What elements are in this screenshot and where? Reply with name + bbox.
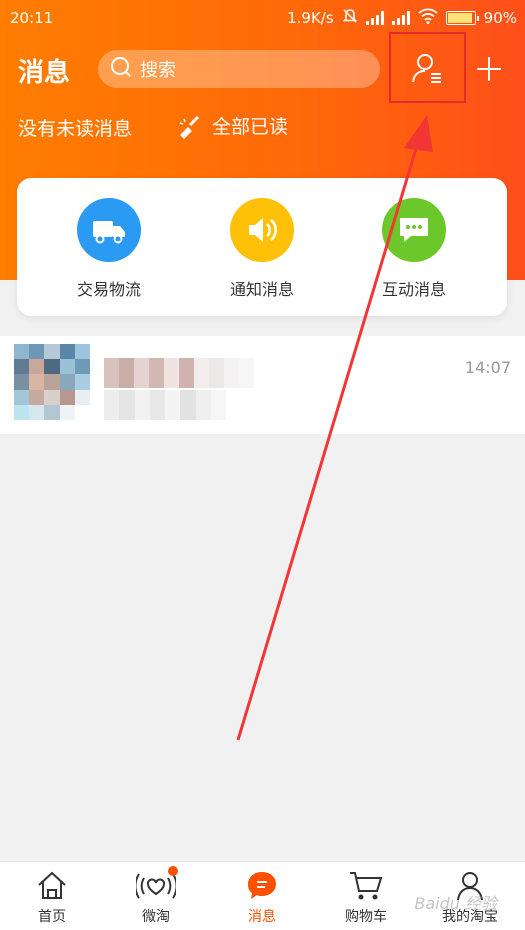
tab-label: 首页	[38, 909, 66, 925]
status-icons: 1.9K/s 90%	[287, 8, 517, 28]
category-trade-logistics[interactable]: 交易物流	[49, 198, 169, 300]
mark-all-read-button[interactable]: 全部已读	[176, 112, 288, 139]
signal-icon-2	[391, 11, 410, 25]
page-title: 消息	[18, 58, 71, 88]
cart-icon	[350, 872, 383, 900]
alarm-off-icon	[342, 8, 358, 28]
tab-messages[interactable]: 消息	[222, 868, 302, 926]
chat-bubble-icon	[382, 198, 446, 262]
tab-label: 微淘	[142, 909, 170, 925]
broom-icon	[179, 115, 200, 139]
category-interactions[interactable]: 互动消息	[354, 198, 474, 300]
blurred-sender-name	[104, 358, 254, 388]
list-item[interactable]: 14:07	[0, 336, 525, 434]
tab-weitao[interactable]: 微淘	[116, 866, 196, 926]
plus-icon	[477, 57, 501, 81]
speaker-icon	[230, 198, 294, 262]
wifi-icon	[418, 8, 438, 28]
contacts-button[interactable]	[389, 32, 466, 103]
watermark: Baidu 经验	[414, 894, 497, 913]
network-speed: 1.9K/s	[287, 9, 334, 27]
category-card: 交易物流 通知消息 互动消息	[17, 178, 507, 316]
home-icon	[38, 871, 66, 899]
category-notifications[interactable]: 通知消息	[202, 198, 322, 300]
add-button[interactable]	[474, 54, 504, 84]
no-unread-text: 没有未读消息	[18, 118, 133, 140]
mark-all-read-label: 全部已读	[212, 116, 289, 138]
notification-dot	[168, 866, 178, 876]
truck-icon	[77, 198, 141, 262]
status-bar: 20:11 1.9K/s 90%	[0, 0, 525, 36]
search-placeholder: 搜索	[140, 60, 176, 81]
search-icon	[110, 56, 132, 82]
avatar	[14, 344, 90, 420]
category-label: 互动消息	[381, 280, 446, 299]
blurred-message-preview	[104, 390, 226, 420]
message-icon	[248, 872, 276, 899]
battery-icon	[445, 11, 479, 25]
signal-icon-1	[365, 11, 384, 25]
message-time: 14:07	[464, 358, 511, 377]
tab-cart[interactable]: 购物车	[326, 868, 406, 926]
category-label: 通知消息	[229, 280, 294, 299]
battery-percent: 90%	[483, 9, 517, 27]
tab-label: 消息	[248, 909, 276, 925]
tab-home[interactable]: 首页	[12, 868, 92, 926]
contacts-icon	[412, 54, 441, 83]
tab-label: 购物车	[345, 909, 387, 925]
category-label: 交易物流	[76, 280, 141, 299]
status-time: 20:11	[10, 9, 54, 27]
search-input[interactable]: 搜索	[98, 50, 380, 88]
